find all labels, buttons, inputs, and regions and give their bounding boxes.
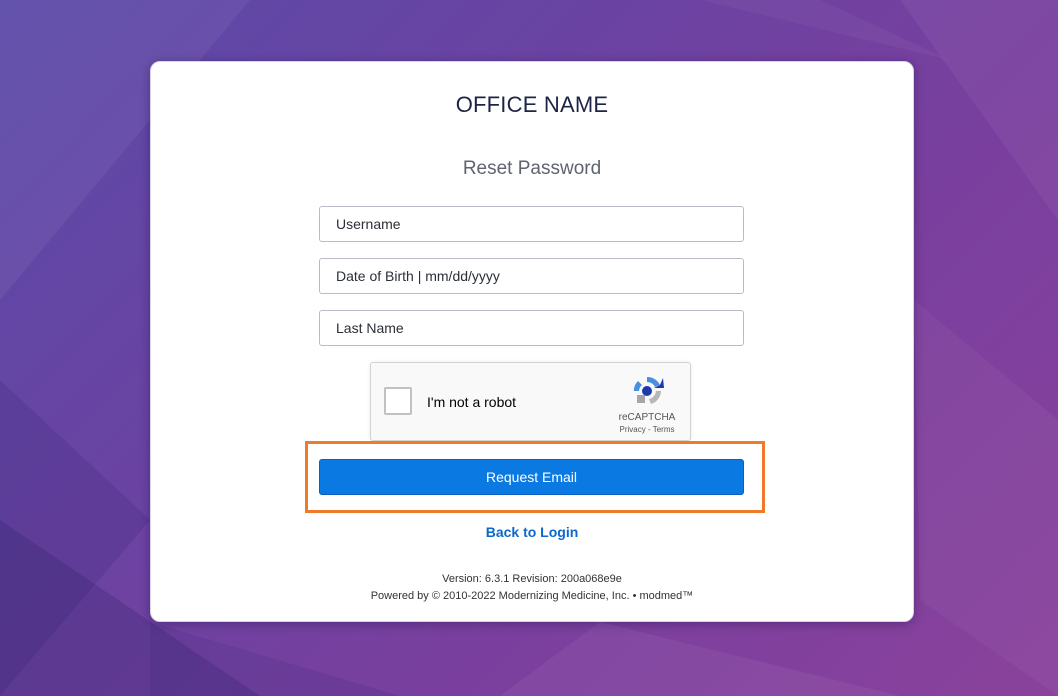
recaptcha-brand: reCAPTCHA [618,412,676,423]
recaptcha-logo-icon [633,376,664,404]
office-name: OFFICE NAME [455,92,609,117]
recaptcha-terms-link[interactable]: Terms [653,425,675,434]
username-input[interactable] [319,206,744,242]
recaptcha-links: Privacy - Terms [609,425,685,434]
request-email-button[interactable]: Request Email [319,459,744,495]
recaptcha-link-separator: - [645,425,653,434]
recaptcha-label: I'm not a robot [427,394,517,410]
date-of-birth-input[interactable] [319,258,744,294]
recaptcha-privacy-link[interactable]: Privacy [620,425,646,434]
reset-password-card: OFFICE NAME Reset Password I'm not a rob… [150,61,914,622]
back-to-login-link[interactable]: Back to Login [151,524,913,540]
recaptcha-widget: I'm not a robot reCAPTCHA Privacy - Term… [370,362,691,441]
last-name-input[interactable] [319,310,744,346]
version-info: Version: 6.3.1 Revision: 200a068e9e [442,573,622,585]
powered-by-text: Powered by © 2010-2022 Modernizing Medic… [370,590,694,602]
reset-password-title: Reset Password [462,158,602,179]
recaptcha-checkbox[interactable] [384,387,412,415]
